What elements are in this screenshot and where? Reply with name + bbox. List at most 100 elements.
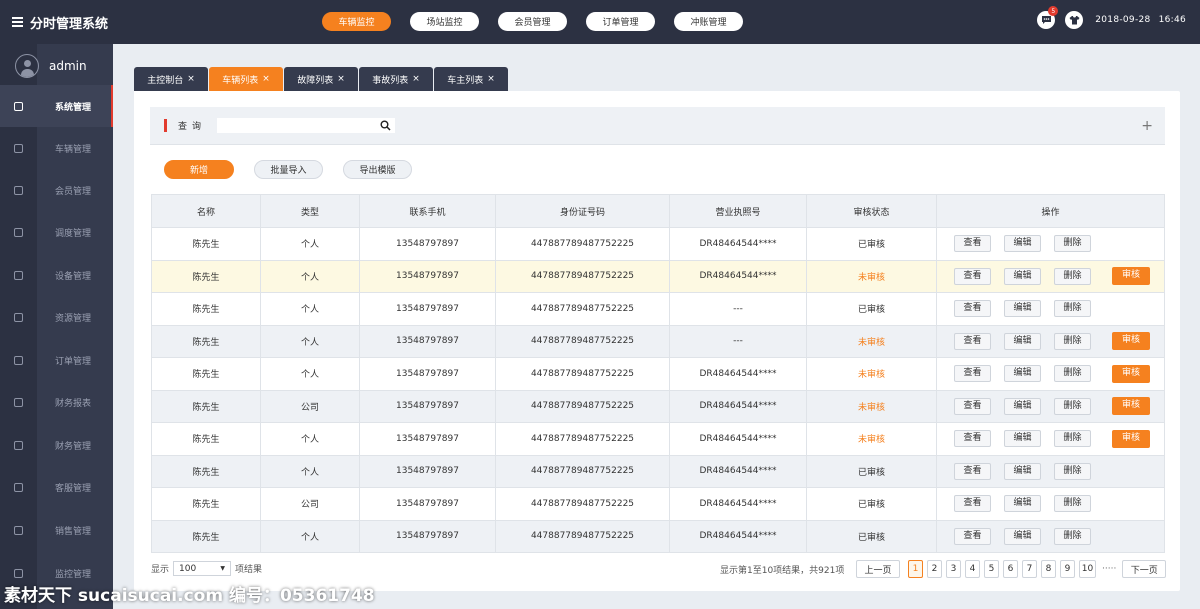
- delete-button[interactable]: 删除: [1054, 495, 1091, 513]
- cell-operations: 查看 编辑 删除 审核: [936, 422, 1165, 456]
- export-template-button[interactable]: 导出模版: [343, 160, 412, 179]
- cell-name: 陈先生: [151, 454, 261, 488]
- edit-button[interactable]: 编辑: [1004, 430, 1041, 448]
- audit-button[interactable]: 审核: [1112, 267, 1150, 286]
- cell-status: 已审核: [806, 227, 937, 261]
- page-size-select[interactable]: 100 ▼: [173, 561, 232, 576]
- cell-operations: 查看 编辑 删除: [936, 487, 1165, 521]
- sidebar-item-member[interactable]: 会员管理: [0, 169, 113, 211]
- prev-page-button[interactable]: 上一页: [856, 560, 900, 578]
- topnav-station-monitor[interactable]: 场站监控: [410, 12, 479, 31]
- delete-button[interactable]: 删除: [1054, 300, 1091, 318]
- app-brand: 分时管理系统: [0, 13, 240, 32]
- delete-button[interactable]: 删除: [1054, 527, 1091, 545]
- cell-id-number: 447887789487752225: [495, 454, 670, 488]
- delete-button[interactable]: 删除: [1054, 235, 1091, 253]
- next-page-button[interactable]: 下一页: [1122, 560, 1167, 578]
- edit-button[interactable]: 编辑: [1004, 495, 1041, 513]
- page-button-2[interactable]: 2: [927, 560, 942, 578]
- main-panel: 查询 + 新增 批量导入 导出模版 名称 类型 联系手机 身份证号码 营业执照号…: [134, 91, 1180, 591]
- cell-license: DR48464544****: [669, 259, 807, 293]
- skin-button[interactable]: [1065, 11, 1084, 29]
- audit-button[interactable]: 审核: [1112, 364, 1150, 383]
- table-row: 陈先生 公司 13548797897 447887789487752225 DR4846…: [151, 487, 1165, 521]
- sidebar-item-order[interactable]: 订单管理: [0, 339, 113, 381]
- view-button[interactable]: 查看: [954, 495, 991, 513]
- view-button[interactable]: 查看: [954, 332, 991, 350]
- sidebar-item-vehicle[interactable]: 车辆管理: [0, 127, 113, 169]
- cell-type: 个人: [260, 227, 360, 261]
- delete-button[interactable]: 删除: [1054, 430, 1091, 448]
- page-button-10[interactable]: 10: [1079, 560, 1096, 578]
- delete-button[interactable]: 删除: [1054, 267, 1091, 285]
- topnav-member-management[interactable]: 会员管理: [498, 12, 567, 31]
- cell-id-number: 447887789487752225: [495, 487, 670, 521]
- table-row: 陈先生 个人 13548797897 447887789487752225 DR4846…: [151, 227, 1165, 261]
- user-info[interactable]: admin: [0, 44, 113, 88]
- sidebar-item-sales[interactable]: 销售管理: [0, 509, 113, 551]
- sidebar-item-finance[interactable]: 财务管理: [0, 424, 113, 466]
- topnav-vehicle-monitor[interactable]: 车辆监控: [322, 12, 391, 31]
- delete-button[interactable]: 删除: [1054, 397, 1091, 415]
- page-button-4[interactable]: 4: [965, 560, 980, 578]
- view-button[interactable]: 查看: [954, 527, 991, 545]
- close-icon[interactable]: ×: [337, 74, 345, 84]
- hamburger-menu-icon[interactable]: [12, 15, 23, 29]
- tab-vehicle-list[interactable]: 车辆列表 ×: [209, 67, 283, 91]
- close-icon[interactable]: ×: [187, 74, 195, 84]
- batch-import-button[interactable]: 批量导入: [254, 160, 323, 179]
- close-icon[interactable]: ×: [262, 74, 270, 84]
- delete-button[interactable]: 删除: [1054, 462, 1091, 480]
- view-button[interactable]: 查看: [954, 462, 991, 480]
- edit-button[interactable]: 编辑: [1004, 462, 1041, 480]
- search-icon[interactable]: [380, 120, 391, 131]
- sidebar-item-service[interactable]: 客服管理: [0, 466, 113, 508]
- view-button[interactable]: 查看: [954, 300, 991, 318]
- sidebar-item-finance-report[interactable]: 财务报表: [0, 381, 113, 423]
- view-button[interactable]: 查看: [954, 365, 991, 383]
- close-icon[interactable]: ×: [412, 74, 420, 84]
- page-button-7[interactable]: 7: [1022, 560, 1037, 578]
- view-button[interactable]: 查看: [954, 235, 991, 253]
- cell-status: 未审核: [806, 422, 937, 456]
- sidebar-item-dispatch[interactable]: 调度管理: [0, 211, 113, 253]
- page-button-5[interactable]: 5: [984, 560, 999, 578]
- edit-button[interactable]: 编辑: [1004, 235, 1041, 253]
- search-input[interactable]: [217, 118, 396, 133]
- edit-button[interactable]: 编辑: [1004, 267, 1041, 285]
- topnav-order-management[interactable]: 订单管理: [586, 12, 655, 31]
- page-button-8[interactable]: 8: [1041, 560, 1056, 578]
- view-button[interactable]: 查看: [954, 430, 991, 448]
- edit-button[interactable]: 编辑: [1004, 527, 1041, 545]
- sidebar-item-label: 财务报表: [55, 398, 92, 409]
- page-button-3[interactable]: 3: [946, 560, 961, 578]
- message-button[interactable]: 5: [1037, 6, 1059, 29]
- edit-button[interactable]: 编辑: [1004, 397, 1041, 415]
- delete-button[interactable]: 删除: [1054, 332, 1091, 350]
- cell-name: 陈先生: [151, 324, 261, 358]
- page-button-6[interactable]: 6: [1003, 560, 1018, 578]
- audit-button[interactable]: 审核: [1112, 332, 1150, 351]
- sidebar-item-device[interactable]: 设备管理: [0, 254, 113, 296]
- close-icon[interactable]: ×: [487, 74, 495, 84]
- tab-accident-list[interactable]: 事故列表 ×: [359, 67, 433, 91]
- tab-fault-list[interactable]: 故障列表 ×: [284, 67, 358, 91]
- view-button[interactable]: 查看: [954, 267, 991, 285]
- audit-button[interactable]: 审核: [1112, 397, 1150, 416]
- edit-button[interactable]: 编辑: [1004, 300, 1041, 318]
- topnav-reversal-management[interactable]: 冲账管理: [674, 12, 743, 31]
- expand-plus-icon[interactable]: +: [1141, 118, 1153, 134]
- sidebar-item-system[interactable]: 系统管理: [0, 85, 113, 127]
- add-button[interactable]: 新增: [164, 160, 234, 179]
- page-button-9[interactable]: 9: [1060, 560, 1075, 578]
- edit-button[interactable]: 编辑: [1004, 365, 1041, 383]
- search-bar: 查询 +: [150, 107, 1165, 145]
- view-button[interactable]: 查看: [954, 397, 991, 415]
- edit-button[interactable]: 编辑: [1004, 332, 1041, 350]
- audit-button[interactable]: 审核: [1112, 429, 1150, 448]
- sidebar-item-resource[interactable]: 资源管理: [0, 296, 113, 338]
- tab-console[interactable]: 主控制台 ×: [134, 67, 208, 91]
- tab-owner-list[interactable]: 车主列表 ×: [434, 67, 508, 91]
- page-button-1[interactable]: 1: [908, 560, 923, 578]
- delete-button[interactable]: 删除: [1054, 365, 1091, 383]
